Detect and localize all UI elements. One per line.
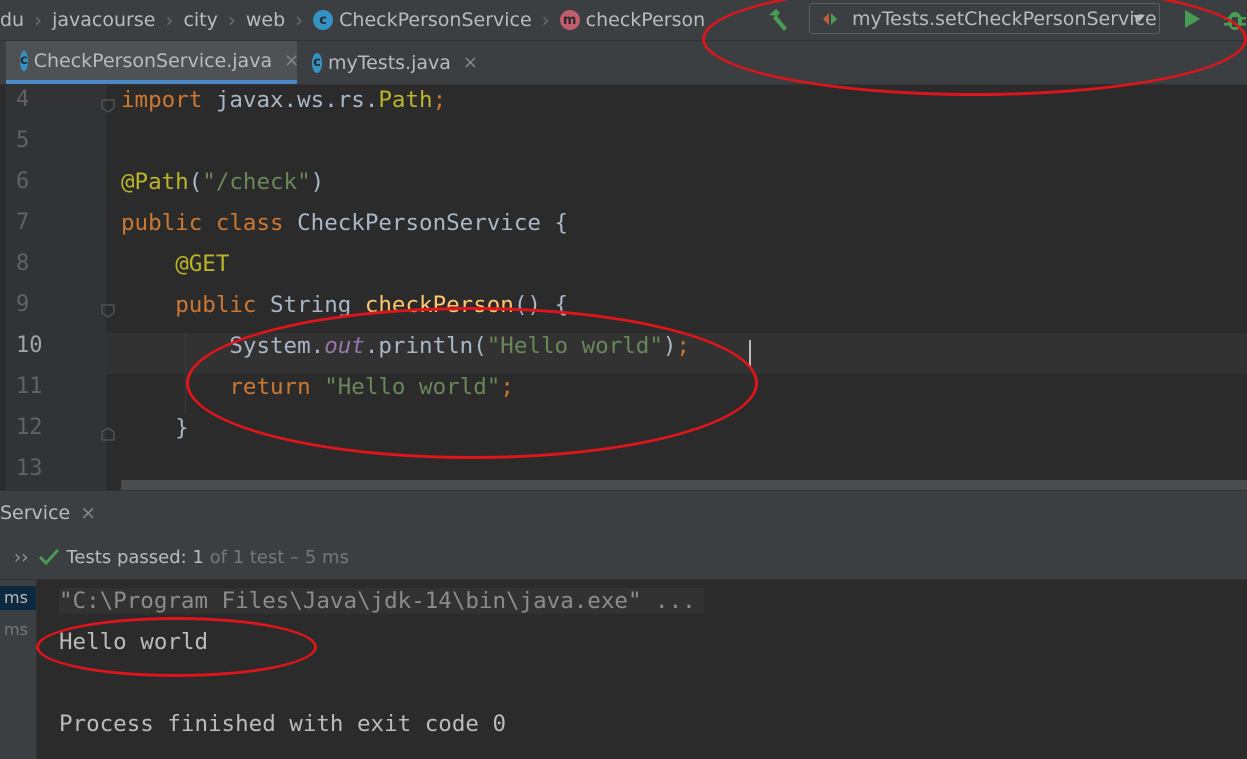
fold-marker-icon[interactable] <box>101 427 115 441</box>
test-duration: ms <box>4 620 28 639</box>
test-tree[interactable]: ms ms <box>0 580 37 759</box>
breadcrumb: du › javacourse › city › web › c CheckPer… <box>0 0 705 40</box>
tab-label: CheckPersonService.java <box>33 49 273 72</box>
breadcrumb-label: city <box>183 9 218 31</box>
close-icon[interactable]: × <box>80 502 96 524</box>
code-line: @GET <box>175 251 230 277</box>
tab-label: myTests.java <box>327 51 451 74</box>
breadcrumb-label: checkPerson <box>585 9 706 31</box>
expand-icon[interactable]: ›› <box>14 547 28 568</box>
check-icon <box>39 548 60 566</box>
breadcrumb-label: javacourse <box>52 9 156 31</box>
line-number: 4 <box>16 87 30 112</box>
chevron-right-icon: › <box>541 8 550 32</box>
breadcrumb-item-city[interactable]: city <box>183 9 217 31</box>
close-icon[interactable]: × <box>463 52 478 73</box>
class-icon: c <box>313 10 334 30</box>
tab-mytests[interactable]: c myTests.java × <box>298 41 478 84</box>
line-number: 10 <box>16 333 43 358</box>
test-status-prefix: Tests passed: <box>66 546 193 568</box>
close-icon[interactable]: × <box>284 50 299 71</box>
console-command-line: "C:\Program Files\Java\jdk-14\bin\java.e… <box>59 588 704 614</box>
horizontal-scrollbar[interactable] <box>121 480 1247 490</box>
highlight-oval <box>186 307 758 459</box>
breadcrumb-label: web <box>245 9 286 31</box>
run-tool-window-header: Service × <box>0 490 1247 535</box>
breadcrumb-item-javacourse[interactable]: javacourse <box>52 9 155 31</box>
line-number: 8 <box>16 251 30 276</box>
chevron-right-icon: › <box>295 8 304 32</box>
line-number: 7 <box>16 210 30 235</box>
line-number: 9 <box>16 292 30 317</box>
line-number: 11 <box>16 374 43 399</box>
test-status-suffix: of 1 test – 5 ms <box>203 546 349 568</box>
test-duration: ms <box>4 588 28 607</box>
console-command-text: "C:\Program Files\Java\jdk-14\bin\java.e… <box>59 588 704 614</box>
fold-marker-icon[interactable] <box>101 99 115 113</box>
line-number: 12 <box>16 415 43 440</box>
test-class-icon: c <box>312 52 322 73</box>
code-line: public class CheckPersonService { <box>121 210 569 236</box>
breadcrumb-item-web[interactable]: web <box>246 9 285 31</box>
highlight-oval <box>36 617 317 677</box>
code-line: } <box>121 415 189 441</box>
method-icon: m <box>559 10 580 30</box>
line-number: 13 <box>16 456 43 481</box>
test-status-bar: ›› Tests passed: 1 of 1 test – 5 ms <box>0 535 1247 580</box>
tab-checkpersonservice[interactable]: c CheckPersonService.java × <box>6 41 299 84</box>
breadcrumb-item-method[interactable]: m checkPerson <box>559 9 706 31</box>
breadcrumb-label: du <box>0 9 25 31</box>
console-exit-line: Process finished with exit code 0 <box>59 711 507 737</box>
breadcrumb-item-du[interactable]: du <box>0 9 24 31</box>
run-tab-label: Service <box>0 502 71 524</box>
breadcrumb-item-class[interactable]: c CheckPersonService <box>313 9 532 31</box>
breadcrumb-label: CheckPersonService <box>339 9 532 31</box>
test-status-count: 1 <box>192 546 204 568</box>
class-icon: c <box>20 50 28 71</box>
line-number: 6 <box>16 169 30 194</box>
fold-marker-icon[interactable] <box>101 304 115 318</box>
code-line: @Path("/check") <box>121 169 325 195</box>
chevron-right-icon: › <box>34 8 43 32</box>
code-line: import javax.ws.rs.Path; <box>121 87 447 113</box>
run-tab[interactable]: Service × <box>0 491 96 535</box>
chevron-right-icon: › <box>227 8 236 32</box>
chevron-right-icon: › <box>165 8 174 32</box>
line-number: 5 <box>16 128 30 153</box>
